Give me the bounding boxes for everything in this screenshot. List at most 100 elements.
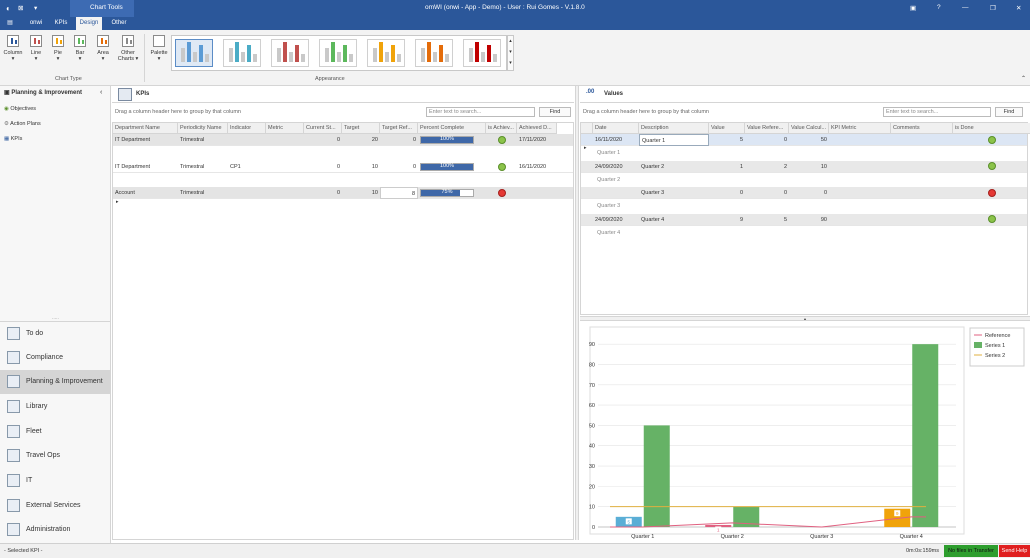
value-col-header[interactable]: Value Calcul... — [789, 123, 829, 134]
minimize-icon[interactable]: — — [962, 4, 969, 11]
kpis-grid: Department Name Periodicity Name Indicator… — [112, 122, 574, 540]
value-cell: 2 — [783, 163, 787, 170]
pie-chart-button[interactable]: Pie ▾ — [47, 35, 69, 62]
maximize-icon[interactable]: ❐ — [990, 4, 996, 12]
table-row[interactable]: 24/09/2020 Quarter 2 1 2 10 — [581, 160, 1027, 173]
horizontal-splitter[interactable]: ▴ — [580, 316, 1030, 321]
module-planning-improvement[interactable]: Planning & Improvement — [0, 370, 111, 394]
module-travel-ops[interactable]: Travel Ops — [0, 444, 111, 468]
kpi-cell — [228, 134, 266, 146]
kpi-col-header[interactable]: Metric — [266, 123, 304, 134]
value-col-header[interactable]: Value Refere... — [745, 123, 789, 134]
module-it[interactable]: IT — [0, 469, 111, 493]
kpi-col-header[interactable]: Indicator — [228, 123, 266, 134]
tab-design[interactable]: Design — [76, 17, 102, 30]
bar-chart-button[interactable]: Bar ▾ — [69, 35, 91, 62]
value-cell — [891, 214, 953, 226]
collapse-ribbon-icon[interactable]: ⌃ — [1021, 75, 1026, 82]
module-fleet[interactable]: Fleet — [0, 420, 111, 444]
legend-label: Series 2 — [985, 353, 1005, 359]
nav-item-kpis[interactable]: ▦ KPIs — [4, 136, 22, 142]
palette-style-3[interactable] — [271, 39, 309, 67]
nav-item-action-plans[interactable]: ⚙ Action Plans — [4, 121, 41, 127]
palette-style-1[interactable] — [175, 39, 213, 67]
table-row[interactable]: 16/11/2020 Quarter 1 5 0 50 — [581, 134, 1027, 146]
column-chart-icon — [7, 35, 19, 47]
kpi-cell — [228, 187, 266, 199]
achieved-date: 16/11/2020 — [519, 164, 547, 170]
kpi-col-header[interactable]: Target Ref... — [380, 123, 418, 134]
line-chart-button[interactable]: Line ▾ — [25, 35, 47, 62]
kpis-find-button[interactable]: Find — [539, 107, 571, 117]
column-chart-button[interactable]: Column ▾ — [2, 35, 24, 62]
palette-style-4[interactable] — [319, 39, 357, 67]
table-row[interactable]: IT Department Trimestral CP1 0 10 0 100% 16/11/… — [113, 161, 573, 173]
line-chart-icon — [30, 35, 42, 47]
vertical-splitter[interactable] — [575, 86, 579, 540]
menu-icon[interactable]: ▤ — [2, 17, 18, 30]
check-icon — [988, 162, 996, 171]
close-icon[interactable]: ✕ — [1016, 4, 1021, 12]
value-cell — [829, 187, 891, 199]
kpi-col-header[interactable]: is Achiev... — [486, 123, 517, 134]
toolbar-icon[interactable]: ⊠ — [18, 4, 23, 12]
palette-style-6[interactable] — [415, 39, 453, 67]
kpi-col-header[interactable]: Periodicity Name — [178, 123, 228, 134]
value-cell: 1 — [739, 163, 743, 170]
value-cell — [891, 134, 953, 146]
y-tick-label: 90 — [589, 342, 595, 348]
module-compliance[interactable]: Compliance — [0, 346, 111, 370]
table-row[interactable]: IT Department Trimestral 0 20 0 100% 17/11/202… — [113, 134, 573, 146]
module-todo[interactable]: To do — [0, 322, 111, 346]
area-chart-button[interactable]: Area ▾ — [92, 35, 114, 62]
title-bar: ◐ ⊠ ▾ Chart Tools omWI (onwi - App - Dem… — [0, 0, 1030, 17]
dropdown-icon[interactable]: ▾ — [34, 4, 37, 12]
tab-onwi[interactable]: onwi — [26, 17, 46, 30]
palette-bar — [469, 48, 473, 62]
tab-kpis[interactable]: KPIs — [50, 17, 72, 30]
nav-item-objectives[interactable]: ◉ Objectives — [4, 106, 36, 112]
values-grid: Date Description Value Value Refere... Value… — [580, 122, 1030, 315]
table-row[interactable]: 24/09/2020 Quarter 4 9 5 90 — [581, 213, 1027, 226]
kpi-col-header[interactable]: Achieved D... — [517, 123, 557, 134]
value-col-header[interactable]: Value — [709, 123, 745, 134]
value-col-header[interactable]: Description — [639, 123, 709, 134]
module-library[interactable]: Library — [0, 395, 111, 419]
table-row[interactable]: Account Trimestral 0 10 8 75% — [113, 187, 573, 199]
module-external-services[interactable]: External Services — [0, 494, 111, 518]
send-help-button[interactable]: Send Help — [999, 545, 1030, 557]
palette-bar — [493, 54, 497, 62]
kpi-col-header[interactable]: Percent Complete — [418, 123, 486, 134]
done-cell — [953, 187, 1030, 199]
done-cell — [953, 134, 1030, 146]
palette-style-5[interactable] — [367, 39, 405, 67]
value-col-header[interactable]: KPI Metric — [829, 123, 891, 134]
status-selected: - Selected KPI - — [4, 548, 43, 554]
kpi-col-header[interactable]: Department Name — [113, 123, 178, 134]
module-administration[interactable]: Administration — [0, 518, 111, 542]
help-icon[interactable]: ? — [937, 4, 941, 11]
collapse-nav-icon[interactable]: ‹ — [100, 89, 102, 96]
kpi-cell: Trimestral — [180, 190, 205, 196]
values-search-input[interactable]: Enter text to search... — [883, 107, 991, 117]
value-col-header[interactable]: Date — [593, 123, 639, 134]
palette-style-2[interactable] — [223, 39, 261, 67]
percent-text: 100% — [439, 163, 455, 169]
other-charts-button[interactable]: Other Charts ▾ — [115, 35, 141, 62]
status-transfer[interactable]: No files in Transfer — [944, 545, 998, 557]
kpi-col-header[interactable]: Current St... — [304, 123, 342, 134]
palette-style-7[interactable] — [463, 39, 501, 67]
value-col-header[interactable]: Comments — [891, 123, 953, 134]
kpis-search-input[interactable]: Enter text to search... — [426, 107, 535, 117]
restore-icon[interactable]: ▣ — [910, 4, 916, 12]
gallery-scroll[interactable]: ▴ ▾ ▾ — [507, 35, 514, 71]
tab-other[interactable]: Other — [106, 17, 132, 30]
palette-button[interactable]: Palette ▾ — [148, 35, 170, 62]
values-find-button[interactable]: Find — [995, 107, 1023, 117]
y-tick-label: 80 — [589, 362, 595, 368]
value-col-header[interactable]: is Done — [953, 123, 1030, 134]
kpi-col-header[interactable]: Target — [342, 123, 380, 134]
palette-bar — [475, 42, 479, 62]
table-row[interactable]: Quarter 3 0 0 0 — [581, 187, 1027, 199]
achieved-date: 17/11/2020 — [519, 137, 547, 143]
